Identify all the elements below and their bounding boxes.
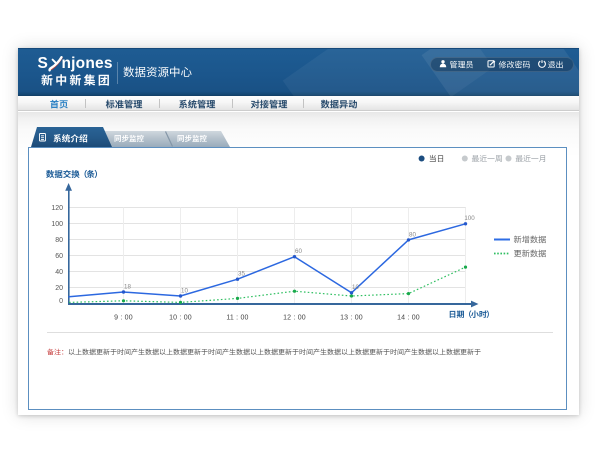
svg-text:60: 60 — [295, 248, 302, 255]
svg-text:80: 80 — [55, 237, 63, 244]
svg-text:0: 0 — [59, 298, 63, 305]
svg-text:80: 80 — [409, 231, 416, 238]
svg-text:9 : 00: 9 : 00 — [114, 314, 133, 321]
svg-text:100: 100 — [464, 215, 475, 222]
svg-text:35: 35 — [238, 271, 245, 278]
svg-text:20: 20 — [55, 285, 63, 292]
svg-text:100: 100 — [51, 221, 63, 228]
svg-text:10: 10 — [352, 284, 359, 291]
svg-text:11 : 00: 11 : 00 — [226, 314, 248, 321]
svg-text:120: 120 — [51, 205, 63, 212]
svg-text:12 : 00: 12 : 00 — [283, 314, 306, 321]
svg-text:60: 60 — [55, 253, 63, 260]
svg-text:10 : 00: 10 : 00 — [169, 314, 192, 321]
svg-text:40: 40 — [55, 269, 63, 276]
svg-text:14 : 00: 14 : 00 — [397, 314, 420, 321]
svg-text:13 : 00: 13 : 00 — [340, 314, 363, 321]
svg-text:10: 10 — [181, 287, 188, 294]
svg-text:18: 18 — [124, 283, 131, 290]
